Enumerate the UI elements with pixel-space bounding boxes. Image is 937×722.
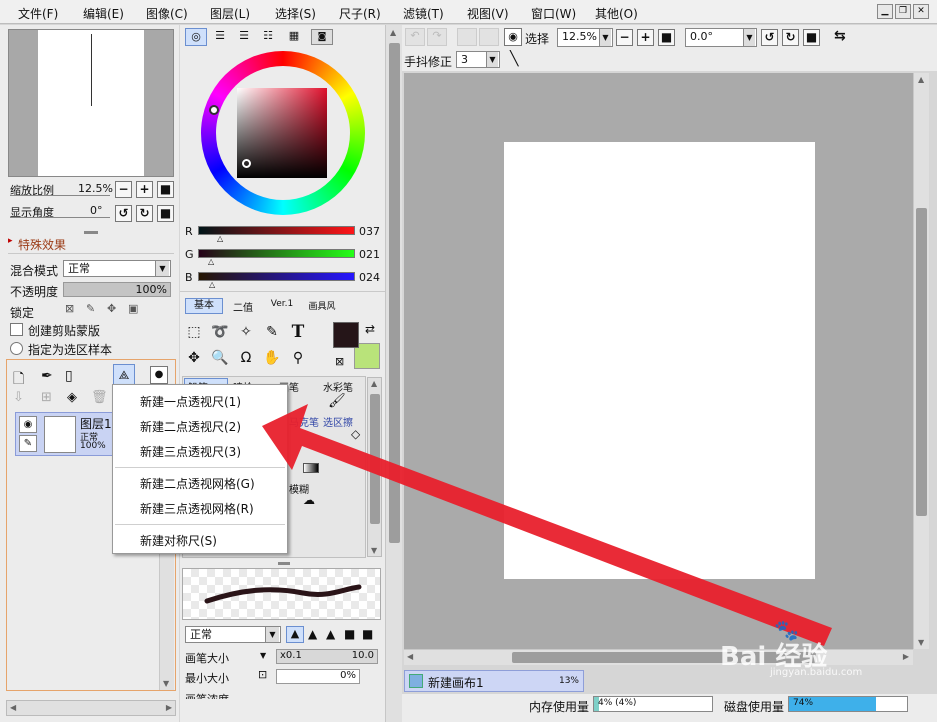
watermark-url: jingyan.baidu.com <box>770 667 863 678</box>
watermark: 🐾 Bai 经验 jingyan.baidu.com <box>718 618 908 678</box>
primary-color-swatch[interactable] <box>333 322 359 348</box>
annotation-arrow <box>262 404 832 646</box>
